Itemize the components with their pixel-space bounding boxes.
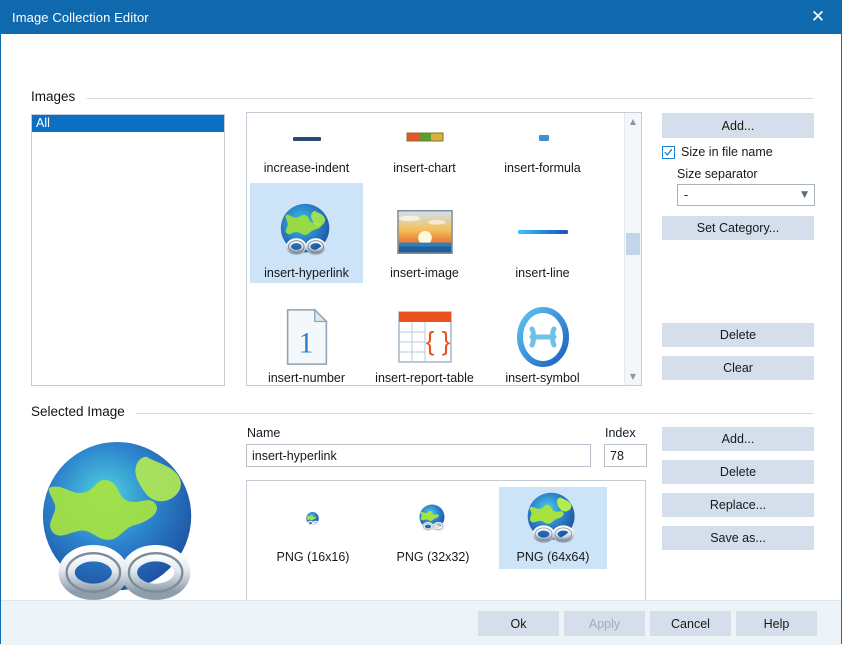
window-title: Image Collection Editor bbox=[1, 10, 149, 25]
grid-item-label: insert-hyperlink bbox=[262, 265, 351, 281]
grid-item-insert-chart[interactable]: insert-chart bbox=[368, 112, 481, 178]
scroll-down-icon[interactable]: ▼ bbox=[625, 368, 641, 385]
checkbox-box[interactable] bbox=[662, 146, 675, 159]
title-bar: Image Collection Editor ✕ bbox=[1, 1, 841, 34]
image-grid-scrollbar[interactable]: ▲ ▼ bbox=[624, 113, 641, 385]
grid-item-label: insert-chart bbox=[391, 160, 458, 176]
name-input[interactable]: insert-hyperlink bbox=[246, 444, 591, 467]
variant-replace-button[interactable]: Replace... bbox=[662, 493, 814, 517]
images-group-divider bbox=[87, 98, 813, 99]
index-input[interactable]: 78 bbox=[604, 444, 647, 467]
grid-item-insert-symbol[interactable]: insert-symbol bbox=[486, 288, 599, 386]
grid-item-label: increase-indent bbox=[262, 160, 351, 176]
category-list[interactable]: All bbox=[31, 114, 225, 386]
dialog-body: Images All increase-indent bbox=[1, 34, 841, 645]
grid-item-insert-image[interactable]: insert-image bbox=[368, 183, 481, 283]
image-collection-editor-window: Image Collection Editor ✕ Images All inc… bbox=[0, 0, 842, 644]
image-grid[interactable]: increase-indent insert-chart bbox=[246, 112, 642, 386]
grid-item-label: insert-line bbox=[513, 265, 571, 281]
selected-image-preview bbox=[25, 439, 221, 614]
grid-item-label: insert-image bbox=[388, 265, 461, 281]
variant-label: PNG (64x64) bbox=[517, 550, 590, 564]
report-table-icon: { } bbox=[395, 304, 455, 370]
grid-item-insert-hyperlink[interactable]: insert-hyperlink bbox=[250, 183, 363, 283]
variant-add-button[interactable]: Add... bbox=[662, 427, 814, 451]
apply-button: Apply bbox=[564, 611, 645, 636]
horizontal-line-icon bbox=[512, 199, 574, 265]
grid-item-insert-number[interactable]: 1 insert-number bbox=[250, 288, 363, 386]
variant-delete-button[interactable]: Delete bbox=[662, 460, 814, 484]
help-button[interactable]: Help bbox=[736, 611, 817, 636]
scroll-up-icon[interactable]: ▲ bbox=[625, 113, 641, 130]
variant-save-as-button[interactable]: Save as... bbox=[662, 526, 814, 550]
variant-label: PNG (16x16) bbox=[277, 550, 350, 564]
image-grid-items: increase-indent insert-chart bbox=[247, 112, 625, 386]
variant-png-16[interactable]: PNG (16x16) bbox=[259, 487, 367, 569]
name-label: Name bbox=[247, 426, 280, 440]
increase-indent-icon bbox=[283, 112, 331, 160]
grid-item-insert-formula[interactable]: insert-formula bbox=[486, 112, 599, 178]
size-separator-value: - bbox=[684, 188, 688, 202]
check-icon bbox=[663, 146, 674, 159]
variant-png-64[interactable]: PNG (64x64) bbox=[499, 487, 607, 569]
category-item-all[interactable]: All bbox=[32, 115, 224, 132]
symbol-theta-icon bbox=[514, 304, 572, 370]
images-clear-button[interactable]: Clear bbox=[662, 356, 814, 380]
images-add-button[interactable]: Add... bbox=[662, 113, 814, 138]
numbered-page-icon: 1 bbox=[279, 304, 335, 370]
sunset-photo-icon bbox=[394, 199, 456, 265]
cancel-button[interactable]: Cancel bbox=[650, 611, 731, 636]
svg-text:1: 1 bbox=[298, 328, 313, 360]
globe-link-icon bbox=[417, 487, 449, 550]
grid-item-insert-line[interactable]: insert-line bbox=[486, 183, 599, 283]
selected-image-group-label: Selected Image bbox=[31, 404, 132, 419]
ok-button[interactable]: Ok bbox=[478, 611, 559, 636]
grid-item-insert-report-table[interactable]: { } insert-report-table bbox=[368, 288, 481, 386]
insert-chart-icon bbox=[401, 112, 449, 160]
images-delete-button[interactable]: Delete bbox=[662, 323, 814, 347]
scrollbar-thumb[interactable] bbox=[626, 233, 640, 255]
globe-link-icon bbox=[305, 487, 321, 550]
selected-image-group-divider bbox=[136, 413, 813, 414]
image-variants-list: PNG (16x16) bbox=[247, 481, 645, 617]
globe-link-icon bbox=[25, 439, 221, 614]
images-group-label: Images bbox=[31, 89, 82, 104]
dialog-footer: Ok Apply Cancel Help bbox=[1, 600, 841, 645]
variant-png-32[interactable]: PNG (32x32) bbox=[379, 487, 487, 569]
size-in-file-name-checkbox[interactable]: Size in file name bbox=[662, 145, 773, 159]
close-icon[interactable]: ✕ bbox=[795, 1, 841, 34]
index-label: Index bbox=[605, 426, 636, 440]
grid-item-label: insert-number bbox=[266, 370, 347, 386]
globe-link-icon bbox=[523, 487, 583, 550]
set-category-button[interactable]: Set Category... bbox=[662, 216, 814, 240]
size-separator-combobox[interactable]: - ▼ bbox=[677, 184, 815, 206]
image-variants-panel[interactable]: PNG (16x16) bbox=[246, 480, 646, 618]
globe-link-icon bbox=[276, 199, 338, 265]
size-in-file-name-label: Size in file name bbox=[681, 145, 773, 159]
size-separator-label: Size separator bbox=[677, 167, 758, 181]
svg-text:{ }: { } bbox=[425, 326, 450, 356]
grid-item-increase-indent[interactable]: increase-indent bbox=[250, 112, 363, 178]
variant-label: PNG (32x32) bbox=[397, 550, 470, 564]
insert-formula-icon bbox=[519, 112, 567, 160]
grid-item-label: insert-symbol bbox=[503, 370, 581, 386]
grid-item-label: insert-formula bbox=[502, 160, 582, 176]
grid-item-label: insert-report-table bbox=[373, 370, 476, 386]
chevron-down-icon[interactable]: ▼ bbox=[801, 190, 808, 200]
